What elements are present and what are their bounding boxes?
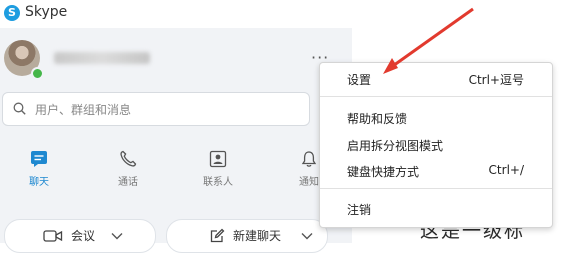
annotation-arrow-icon	[383, 7, 474, 74]
